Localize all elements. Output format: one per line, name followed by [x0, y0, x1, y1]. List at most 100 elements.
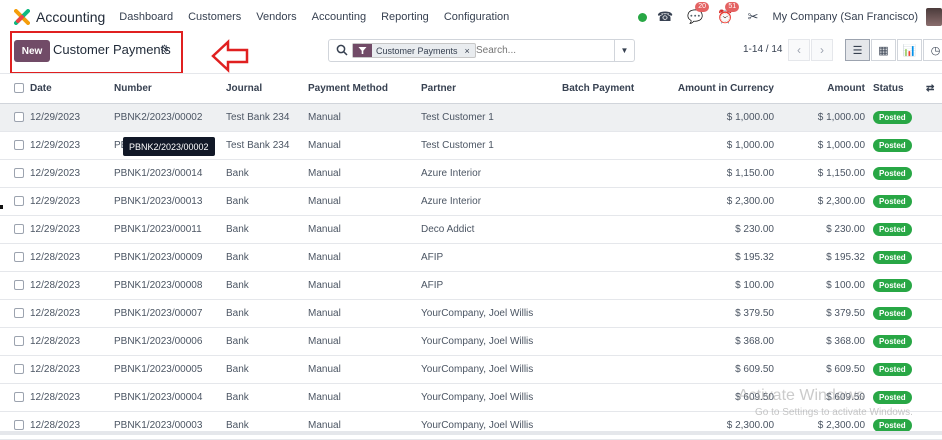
- column-header-partner[interactable]: Partner: [421, 73, 562, 104]
- cell-payment-method: Manual: [308, 187, 421, 216]
- cell-number: PBNK1/2023/00009: [114, 243, 226, 272]
- select-all-checkbox[interactable]: [14, 83, 24, 94]
- left-edge-marker: [0, 205, 3, 209]
- list-view-button[interactable]: ☰: [845, 39, 870, 61]
- cell-amount: $ 230.00: [774, 215, 865, 244]
- cell-amount-currency: $ 195.32: [650, 243, 774, 272]
- cell-partner: Test Customer 1: [421, 103, 562, 132]
- row-checkbox[interactable]: [14, 140, 24, 151]
- search-input[interactable]: [476, 43, 606, 58]
- remove-facet-button[interactable]: ×: [462, 44, 475, 57]
- cell-status: Posted: [865, 131, 926, 160]
- cell-amount: $ 195.32: [774, 243, 865, 272]
- row-checkbox[interactable]: [14, 336, 24, 347]
- column-header-amount-currency[interactable]: Amount in Currency: [650, 73, 774, 104]
- row-checkbox[interactable]: [14, 224, 24, 235]
- cell-partner: YourCompany, Joel Willis: [421, 327, 562, 356]
- table-row[interactable]: 12/29/2023 PBNK1/2023/00013 Bank Manual Azur…: [0, 187, 942, 216]
- column-header-status[interactable]: Status: [865, 73, 926, 104]
- phone-icon[interactable]: ☎: [657, 9, 673, 25]
- messages-count-badge: 20: [695, 2, 710, 12]
- table-row[interactable]: 12/28/2023 PBNK1/2023/00005 Bank Manual Your…: [0, 355, 942, 384]
- status-badge: Posted: [873, 167, 912, 180]
- row-checkbox[interactable]: [14, 168, 24, 179]
- table-row[interactable]: 12/29/2023 PBNK1/2023/00014 Bank Manual Azur…: [0, 159, 942, 188]
- search-options-toggle[interactable]: ▼: [614, 40, 634, 61]
- row-checkbox[interactable]: [14, 364, 24, 375]
- menu-configuration[interactable]: Configuration: [444, 11, 509, 23]
- systray: ☎ 💬 20 ⏰ 51 ✂ My Company (San Francisco): [638, 0, 942, 34]
- column-header-journal[interactable]: Journal: [226, 73, 308, 104]
- column-header-number[interactable]: Number: [114, 73, 226, 104]
- activity-clock-icon[interactable]: ⏰ 51: [717, 2, 740, 25]
- column-header-payment-method[interactable]: Payment Method: [308, 73, 421, 104]
- bottom-scrollbar[interactable]: [0, 431, 942, 435]
- pager-value[interactable]: 1-14 / 14: [743, 44, 782, 55]
- row-checkbox-cell: [0, 131, 30, 160]
- table-row[interactable]: 12/28/2023 PBNK1/2023/00006 Bank Manual Your…: [0, 327, 942, 356]
- column-header-date[interactable]: Date: [30, 73, 114, 104]
- row-checkbox[interactable]: [14, 392, 24, 403]
- row-checkbox-cell: [0, 327, 30, 356]
- row-checkbox[interactable]: [14, 252, 24, 263]
- table-row[interactable]: 12/29/2023 PBNK2/2023/00002 Test Bank 234 M…: [0, 103, 942, 132]
- row-checkbox-cell: [0, 383, 30, 412]
- row-checkbox[interactable]: [14, 112, 24, 123]
- debug-tools-icon[interactable]: ✂: [748, 9, 759, 25]
- menu-reporting[interactable]: Reporting: [381, 11, 429, 23]
- cell-status: Posted: [865, 355, 926, 384]
- column-header-amount[interactable]: Amount: [774, 73, 865, 104]
- optional-columns-toggle-icon[interactable]: ⇄: [926, 73, 942, 104]
- activities-count-badge: 51: [725, 2, 740, 12]
- pager-previous-button[interactable]: ‹: [788, 39, 810, 61]
- table-row[interactable]: 12/29/2023 PBNK1/2023/00011 Bank Manual Deco…: [0, 215, 942, 244]
- cell-batch-payment: [562, 131, 650, 160]
- cell-amount-currency: $ 100.00: [650, 271, 774, 300]
- activity-view-button[interactable]: ◷: [923, 39, 942, 61]
- graph-view-button[interactable]: 📊: [897, 39, 922, 61]
- column-header-batch-payment[interactable]: Batch Payment: [562, 73, 650, 104]
- cell-spacer: [926, 299, 942, 328]
- filter-icon: [353, 44, 372, 57]
- cell-journal: Test Bank 234: [226, 131, 308, 160]
- kanban-view-button[interactable]: ▦: [871, 39, 896, 61]
- cell-journal: Bank: [226, 327, 308, 356]
- cell-journal: Bank: [226, 159, 308, 188]
- cell-amount-currency: $ 379.50: [650, 299, 774, 328]
- cell-status: Posted: [865, 327, 926, 356]
- cell-payment-method: Manual: [308, 271, 421, 300]
- user-avatar[interactable]: [926, 8, 942, 26]
- status-indicator-icon[interactable]: [638, 12, 648, 22]
- row-checkbox[interactable]: [14, 420, 24, 431]
- pager-next-button[interactable]: ›: [811, 39, 833, 61]
- menu-customers[interactable]: Customers: [188, 11, 241, 23]
- row-checkbox[interactable]: [14, 280, 24, 291]
- row-checkbox[interactable]: [14, 196, 24, 207]
- cell-amount-currency: $ 1,000.00: [650, 103, 774, 132]
- messaging-icon[interactable]: 💬 20: [687, 2, 710, 25]
- table-row[interactable]: 12/28/2023 PBNK1/2023/00009 Bank Manual AFIP…: [0, 243, 942, 272]
- table-row[interactable]: 12/28/2023 PBNK1/2023/00008 Bank Manual AFIP…: [0, 271, 942, 300]
- status-badge: Posted: [873, 223, 912, 236]
- row-checkbox[interactable]: [14, 308, 24, 319]
- cell-date: 12/28/2023: [30, 327, 114, 356]
- company-switcher[interactable]: My Company (San Francisco): [773, 11, 919, 23]
- menu-accounting[interactable]: Accounting: [312, 11, 366, 23]
- cell-spacer: [926, 383, 942, 412]
- menu-dashboard[interactable]: Dashboard: [119, 11, 173, 23]
- cell-status: Posted: [865, 271, 926, 300]
- search-bar[interactable]: Customer Payments × ▼: [328, 39, 635, 62]
- cell-amount-currency: $ 2,300.00: [650, 187, 774, 216]
- cell-batch-payment: [562, 299, 650, 328]
- table-row[interactable]: 12/28/2023 PBNK1/2023/00007 Bank Manual Your…: [0, 299, 942, 328]
- cell-status: Posted: [865, 103, 926, 132]
- cell-number: PBNK2/2023/00002: [114, 103, 226, 132]
- menu-vendors[interactable]: Vendors: [256, 11, 296, 23]
- cell-journal: Bank: [226, 355, 308, 384]
- cell-payment-method: Manual: [308, 103, 421, 132]
- cell-partner: Azure Interior: [421, 159, 562, 188]
- new-button[interactable]: New: [14, 40, 50, 62]
- app-brand[interactable]: Accounting: [14, 9, 119, 25]
- gear-icon[interactable]: ⚙: [160, 44, 169, 55]
- windows-activation-subtext: Go to Settings to activate Windows.: [755, 407, 913, 418]
